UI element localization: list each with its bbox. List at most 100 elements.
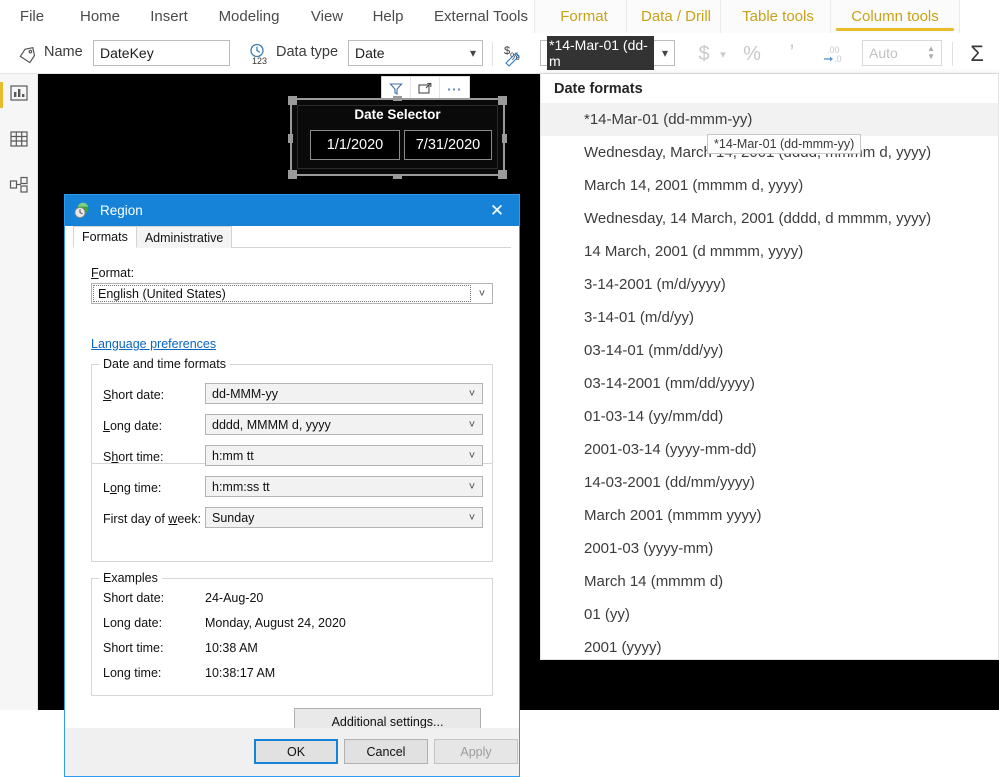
list-item[interactable]: 03-14-01 (mm/dd/yy): [541, 334, 998, 367]
focus-mode-icon[interactable]: [411, 77, 440, 100]
currency-format-icon[interactable]: $: [694, 42, 714, 66]
cancel-button[interactable]: Cancel: [344, 739, 428, 764]
close-icon[interactable]: ✕: [475, 195, 519, 226]
resize-handle[interactable]: [288, 170, 297, 179]
ribbon-tab-file[interactable]: File: [10, 0, 54, 33]
list-item[interactable]: *14-Mar-01 (dd-mmm-yy): [541, 103, 998, 136]
name-input[interactable]: DateKey: [93, 40, 230, 66]
example-short-date-label: Short date:: [103, 591, 165, 605]
language-preferences-link[interactable]: Language preferences: [91, 337, 216, 351]
thousands-separator-icon[interactable]: ’: [783, 40, 801, 65]
resize-handle[interactable]: [498, 96, 507, 105]
dialog-title: Region: [100, 203, 143, 218]
sidebar-item-report-view[interactable]: [0, 74, 38, 116]
dialog-footer: OK Cancel Apply: [65, 728, 519, 776]
date-selector-slicer[interactable]: Date Selector 1/1/2020 7/31/2020: [290, 98, 505, 176]
format-label: Format:: [91, 266, 135, 280]
ribbon-tab-format-label: Format: [560, 8, 608, 25]
ribbon-tab-external-tools[interactable]: External Tools: [422, 0, 540, 33]
ribbon-tab-view[interactable]: View: [300, 0, 354, 33]
stepper-arrows-icon[interactable]: ▲ ▼: [927, 45, 935, 61]
ribbon-content: Name DateKey 123 Data type Date ▾ $ % *1…: [0, 33, 999, 74]
list-item[interactable]: 3-14-2001 (m/d/yyyy): [541, 268, 998, 301]
sidebar-item-data-view[interactable]: [0, 120, 38, 162]
dialog-tabstrip: Formats Administrative: [73, 226, 511, 248]
example-long-date-value: Monday, August 24, 2020: [205, 616, 346, 630]
resize-handle[interactable]: [288, 96, 297, 105]
list-item[interactable]: 01-03-14 (yy/mm/dd): [541, 400, 998, 433]
list-item[interactable]: March 14 (mmmm d): [541, 565, 998, 598]
decimal-places-stepper[interactable]: Auto ▲ ▼: [862, 40, 942, 66]
svg-text:123: 123: [252, 56, 267, 66]
list-item[interactable]: 01 (yy): [541, 598, 998, 631]
ribbon-tab-data-drill-label: Data / Drill: [640, 8, 711, 25]
chevron-down-icon[interactable]: ▾: [716, 44, 730, 64]
date-time-formats-group-label: Date and time formats: [99, 357, 230, 371]
date-formats-dropdown[interactable]: Date formats *14-Mar-01 (dd-mmm-yy) Wedn…: [540, 74, 999, 660]
resize-handle[interactable]: [288, 134, 293, 143]
ribbon-tab-insert[interactable]: Insert: [140, 0, 198, 33]
resize-handle[interactable]: [498, 170, 507, 179]
apply-button: Apply: [434, 739, 518, 764]
tab-formats[interactable]: Formats: [73, 226, 137, 248]
ribbon-tab-modeling-label: Modeling: [218, 8, 280, 25]
view-switcher-sidebar: [0, 74, 38, 710]
ribbon-tab-data-drill[interactable]: Data / Drill: [626, 0, 726, 33]
list-item[interactable]: Wednesday, 14 March, 2001 (dddd, d mmmm,…: [541, 202, 998, 235]
date-time-formats-group-border: [91, 364, 493, 562]
chevron-down-icon: ▾: [661, 46, 668, 60]
resize-handle[interactable]: [393, 174, 402, 179]
resize-handle[interactable]: [393, 96, 402, 101]
example-long-time-label: Long time:: [103, 666, 162, 680]
chevron-down-icon: ▾: [469, 46, 476, 60]
sidebar-item-model-view[interactable]: [0, 166, 38, 208]
data-type-value: Date: [355, 45, 385, 61]
date-formats-list[interactable]: *14-Mar-01 (dd-mmm-yy) Wednesday, March …: [541, 103, 998, 664]
resize-handle[interactable]: [502, 134, 507, 143]
format-select-value: *14-Mar-01 (dd-m: [547, 36, 654, 70]
list-item[interactable]: 03-14-2001 (mm/dd/yyyy): [541, 367, 998, 400]
region-dialog[interactable]: Region ✕ Formats Administrative Format: …: [64, 194, 520, 777]
format-combobox[interactable]: English (United States) ˅: [91, 283, 493, 304]
chart-icon: [9, 83, 29, 108]
dialog-body: Formats Administrative Format: English (…: [65, 226, 519, 735]
data-type-select[interactable]: Date ▾: [348, 40, 483, 66]
list-item[interactable]: March 14, 2001 (mmmm d, yyyy): [541, 169, 998, 202]
list-item[interactable]: 14 March, 2001 (d mmmm, yyyy): [541, 235, 998, 268]
tab-administrative[interactable]: Administrative: [135, 226, 233, 248]
ribbon-tab-home[interactable]: Home: [70, 0, 130, 33]
ribbon-tab-home-label: Home: [79, 8, 120, 25]
format-icon: $ %: [503, 41, 529, 67]
dialog-title-bar[interactable]: Region ✕: [65, 195, 519, 226]
ribbon-tab-column-tools[interactable]: Column tools: [830, 0, 960, 33]
model-icon: [9, 175, 29, 200]
slicer-start-date-input[interactable]: 1/1/2020: [310, 130, 400, 160]
ribbon-tab-table-tools[interactable]: Table tools: [720, 0, 836, 33]
summarization-sigma-icon[interactable]: Σ: [963, 41, 991, 67]
ribbon-tab-file-label: File: [19, 8, 45, 25]
list-item[interactable]: March 2001 (mmmm yyyy): [541, 499, 998, 532]
format-tooltip: *14-Mar-01 (dd-mmm-yy): [707, 134, 862, 154]
list-item[interactable]: 2001 (yyyy): [541, 631, 998, 664]
ribbon-tab-modeling[interactable]: Modeling: [208, 0, 290, 33]
decimal-places-value: Auto: [869, 45, 898, 61]
ribbon-tab-help[interactable]: Help: [362, 0, 414, 33]
decrease-decimals-icon[interactable]: .00 .0: [820, 41, 850, 67]
list-item[interactable]: 2001-03 (yyyy-mm): [541, 532, 998, 565]
ribbon-separator: [492, 42, 493, 66]
ribbon-tab-column-tools-label: Column tools: [851, 8, 939, 25]
more-options-icon[interactable]: ⋯: [440, 77, 469, 100]
examples-group-label: Examples: [99, 571, 162, 585]
ok-button[interactable]: OK: [254, 739, 338, 764]
list-item[interactable]: 3-14-01 (m/d/yy): [541, 301, 998, 334]
example-long-time-value: 10:38:17 AM: [205, 666, 276, 680]
active-tab-underline: [836, 28, 954, 31]
slicer-end-date-input[interactable]: 7/31/2020: [404, 130, 492, 160]
ribbon-tab-format[interactable]: Format: [534, 0, 634, 33]
percent-format-icon[interactable]: %: [741, 42, 763, 66]
list-item[interactable]: 14-03-2001 (dd/mm/yyyy): [541, 466, 998, 499]
format-select[interactable]: *14-Mar-01 (dd-m ▾: [540, 36, 675, 70]
list-item[interactable]: 2001-03-14 (yyyy-mm-dd): [541, 433, 998, 466]
ribbon-separator: [952, 42, 953, 66]
chevron-down-icon: ˅: [478, 287, 486, 300]
